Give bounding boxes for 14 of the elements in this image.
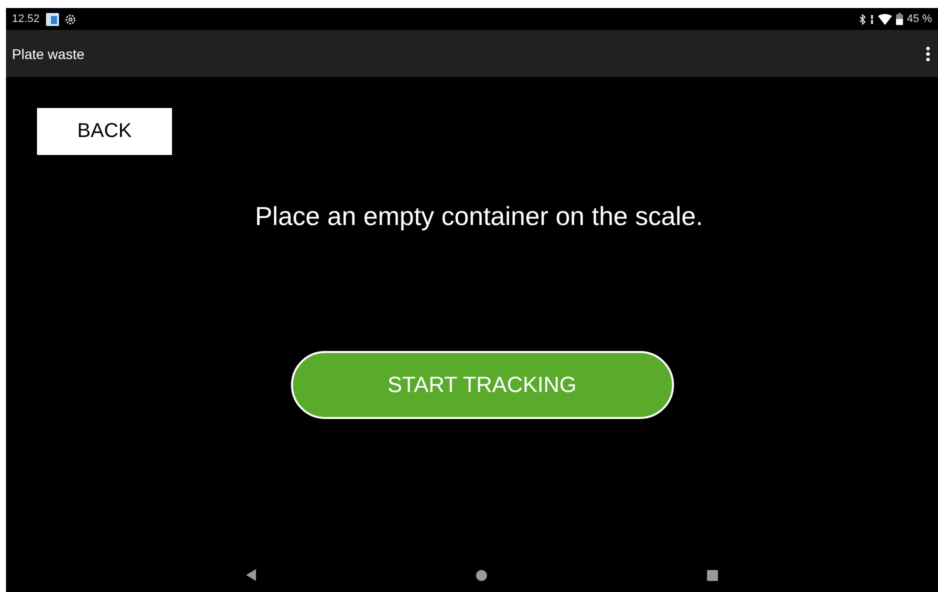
battery-percentage: 45 %: [906, 13, 932, 25]
gear-icon: [64, 14, 76, 24]
back-nav-icon[interactable]: [246, 569, 256, 581]
app-notification-icon: [46, 12, 59, 26]
more-options-icon[interactable]: [926, 46, 930, 62]
status-time: 12.52: [12, 13, 40, 25]
back-button[interactable]: BACK: [37, 108, 172, 155]
bluetooth-icon: [858, 14, 866, 24]
wifi-icon: [878, 14, 892, 24]
recents-nav-icon[interactable]: [707, 570, 718, 580]
instruction-text: Place an empty container on the scale.: [254, 201, 704, 232]
home-nav-icon[interactable]: [476, 570, 487, 580]
app-title: Plate waste: [12, 46, 84, 62]
battery-icon: [896, 13, 903, 25]
